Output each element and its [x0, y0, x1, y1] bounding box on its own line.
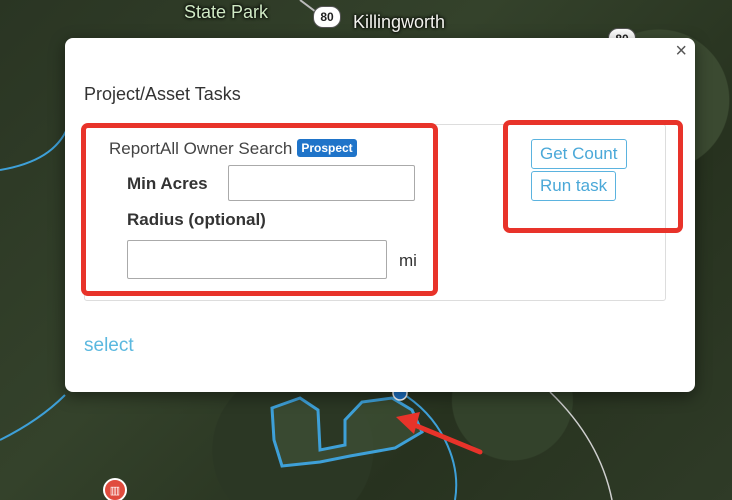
task-panel: ReportAll Owner Search Prospect Min Acres…: [84, 124, 666, 301]
radius-input[interactable]: [127, 240, 387, 279]
route-shield-80: 80: [313, 6, 341, 28]
parcel-outline: [270, 396, 424, 468]
min-acres-label: Min Acres: [127, 174, 208, 193]
close-icon[interactable]: ×: [675, 41, 687, 61]
get-count-button[interactable]: Get Count: [531, 139, 627, 169]
map-label-state-park: State Park: [184, 2, 269, 22]
task-name: ReportAll Owner Search Prospect: [109, 139, 357, 159]
building-icon[interactable]: ▥: [103, 478, 127, 500]
run-task-button[interactable]: Run task: [531, 171, 617, 201]
project-asset-tasks-modal: × Project/Asset Tasks ReportAll Owner Se…: [65, 38, 695, 392]
radius-label: Radius (optional): [127, 210, 266, 229]
map-label-killingworth: Killingworth: [353, 12, 446, 32]
radius-unit: mi: [399, 251, 417, 270]
task-name-label: ReportAll Owner Search: [109, 139, 293, 158]
modal-title: Project/Asset Tasks: [84, 84, 241, 104]
min-acres-input[interactable]: [228, 165, 415, 201]
prospect-badge: Prospect: [297, 139, 357, 157]
select-link[interactable]: select: [84, 335, 134, 357]
